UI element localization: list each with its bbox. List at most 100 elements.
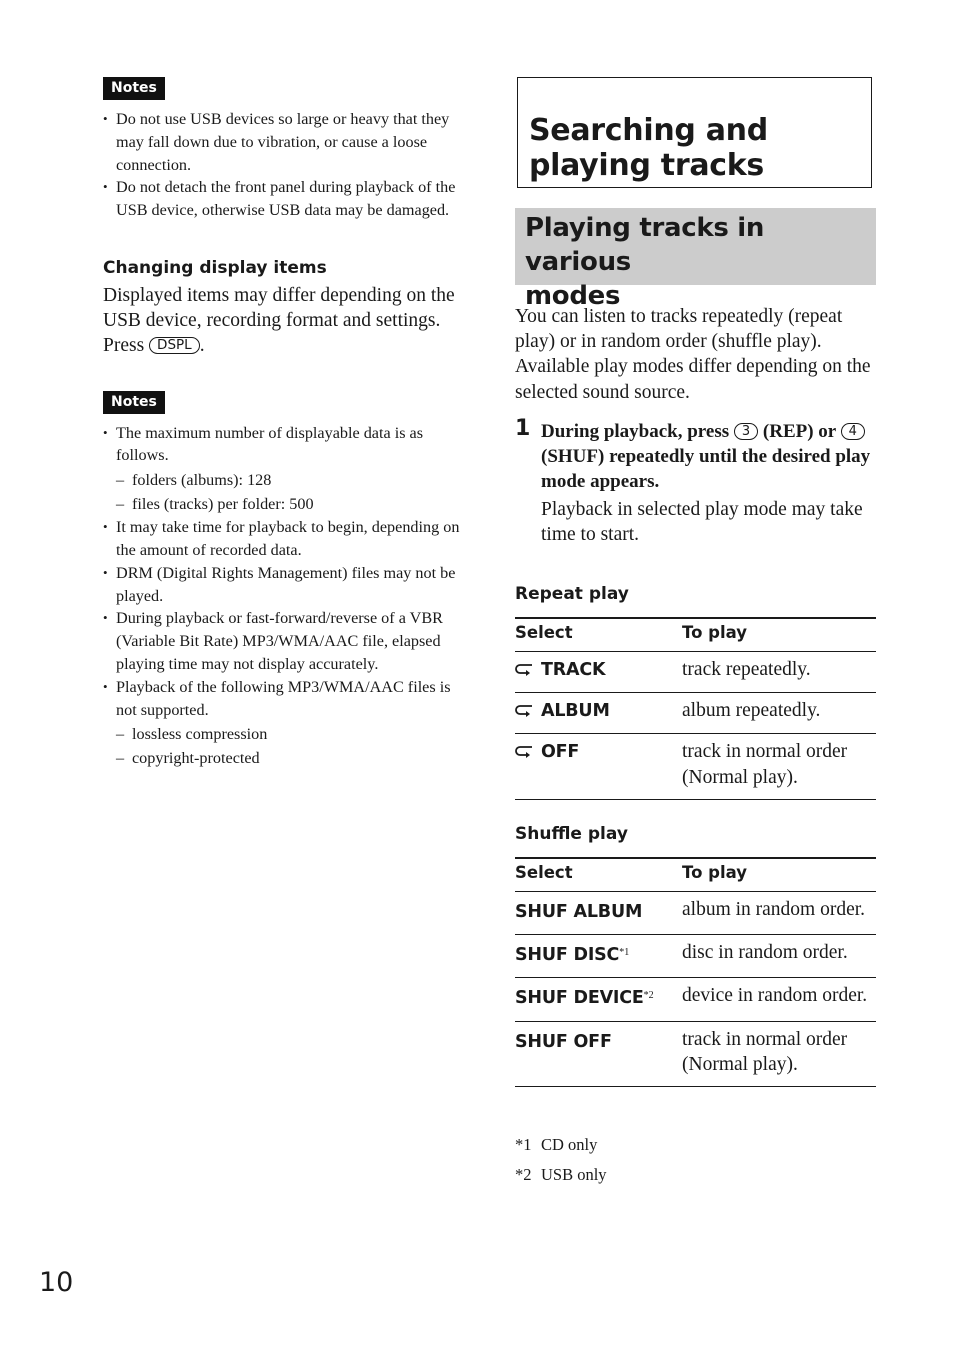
select-cell: SHUF DEVICE*2	[515, 977, 682, 1022]
mode-label: SHUF OFF	[515, 1031, 612, 1052]
repeat-icon	[515, 699, 535, 718]
notes-list: Do not use USB devices so large or heavy…	[103, 108, 468, 222]
key-3-button: 3	[733, 423, 759, 440]
step-body: During playback, press 3 (REP) or 4 (SHU…	[541, 419, 876, 547]
note-subitem: folders (albums): 128	[116, 468, 468, 492]
note-item: DRM (Digital Rights Management) files ma…	[103, 562, 468, 608]
mode-label: SHUF DEVICE	[515, 988, 644, 1009]
table-row: SHUF OFF track in normal order (Normal pl…	[515, 1021, 876, 1088]
mode-label: ALBUM	[541, 701, 610, 722]
note-sublist: folders (albums): 128 files (tracks) per…	[116, 468, 468, 516]
display-items-heading: Changing display items	[103, 257, 327, 278]
footnote: *2 USB only	[515, 1160, 607, 1190]
shuffle-play-table: Select To play SHUF ALBUM album in random…	[515, 857, 876, 1088]
note-item: During playback or fast-forward/reverse …	[103, 607, 468, 675]
note-item: It may take time for playback to begin, …	[103, 516, 468, 562]
notes-section-playback: Notes The maximum number of displayable …	[103, 390, 468, 771]
section-title: Playing tracks in various modes	[525, 211, 876, 313]
to-play-cell: album in random order.	[682, 891, 876, 936]
press-suffix: .	[199, 335, 205, 357]
notes-list: The maximum number of displayable data i…	[103, 422, 468, 771]
note-item: Do not use USB devices so large or heavy…	[103, 108, 468, 176]
shuffle-play-heading: Shuffle play	[515, 824, 628, 844]
section-title-line: Playing tracks in various	[525, 213, 765, 277]
select-cell: SHUF DISC*1	[515, 934, 682, 979]
step-text: During playback, press	[541, 421, 730, 442]
step-instruction: During playback, press 3 (REP) or 4 (SHU…	[541, 419, 876, 495]
press-label: Press	[103, 335, 145, 357]
notes-section-usb: Notes Do not use USB devices so large or…	[103, 77, 468, 222]
step-number: 1	[515, 416, 531, 441]
repeat-icon	[515, 740, 535, 759]
table-header-row: Select To play	[515, 617, 876, 652]
footnote-mark: *2	[515, 1165, 532, 1184]
to-play-cell: device in random order.	[682, 977, 876, 1022]
to-play-cell: track repeatedly.	[682, 651, 876, 694]
intro-paragraph: You can listen to tracks repeatedly (rep…	[515, 306, 871, 403]
footnote-mark: *1	[515, 1135, 532, 1154]
column-header-select: Select	[515, 857, 682, 892]
display-items-body: Displayed items may differ depending on …	[103, 284, 455, 332]
step-note: Playback in selected play mode may take …	[541, 498, 863, 545]
note-sublist: lossless compression copyright-protected	[116, 722, 468, 770]
footnote-reference: *1	[619, 947, 630, 959]
step-text: (REP) or	[762, 421, 836, 442]
repeat-icon	[515, 658, 535, 676]
select-cell: TRACK	[515, 651, 682, 694]
note-item: Do not detach the front panel during pla…	[103, 176, 468, 222]
select-cell: OFF	[515, 733, 682, 800]
chapter-title: Searching and playing tracks	[529, 113, 768, 183]
mode-label: OFF	[541, 742, 580, 763]
left-column: Notes Do not use USB devices so large or…	[103, 77, 468, 770]
repeat-play-heading: Repeat play	[515, 584, 629, 604]
mode-label: SHUF DISC	[515, 945, 620, 966]
note-text: During playback or fast-forward/reverse …	[116, 609, 443, 673]
page-number: 10	[39, 1267, 74, 1298]
footnote-reference: *2	[643, 990, 654, 1002]
select-cell: SHUF OFF	[515, 1021, 682, 1088]
footnote-text: USB only	[541, 1165, 607, 1184]
mode-label: TRACK	[541, 660, 606, 680]
table-row: OFF track in normal order (Normal play).	[515, 733, 876, 800]
notes-badge: Notes	[103, 390, 165, 414]
select-cell: SHUF ALBUM	[515, 891, 682, 936]
notes-badge: Notes	[103, 77, 165, 100]
note-text: DRM (Digital Rights Management) files ma…	[116, 563, 456, 605]
column-header-to-play: To play	[682, 617, 876, 652]
footnote: *1 CD only	[515, 1130, 607, 1160]
to-play-cell: track in normal order (Normal play).	[682, 733, 876, 800]
display-items-section: Changing display items Displayed items m…	[103, 256, 468, 359]
footnote-text: CD only	[541, 1135, 598, 1154]
chapter-title-line: Searching and	[529, 113, 768, 148]
table-row: SHUF ALBUM album in random order.	[515, 891, 876, 936]
chapter-title-line: playing tracks	[529, 148, 764, 183]
dspl-button-key: DSPL	[149, 337, 200, 355]
table-row: TRACK track repeatedly.	[515, 651, 876, 694]
to-play-cell: track in normal order (Normal play).	[682, 1021, 876, 1088]
chapter-title-box: Searching and playing tracks	[517, 77, 872, 188]
repeat-play-section: Repeat play Select To play TRACK track re…	[515, 583, 876, 800]
section-title-box: Playing tracks in various modes	[515, 208, 876, 311]
to-play-cell: disc in random order.	[682, 934, 876, 979]
table-header-row: Select To play	[515, 857, 876, 892]
note-item: The maximum number of displayable data i…	[103, 422, 468, 517]
select-cell: ALBUM	[515, 692, 682, 735]
key-4-button: 4	[840, 423, 865, 440]
note-subitem: copyright-protected	[116, 746, 468, 770]
note-subitem: lossless compression	[116, 722, 468, 746]
press-instruction: Press DSPL.	[103, 333, 468, 358]
table-row: SHUF DEVICE*2 device in random order.	[515, 977, 876, 1022]
shuffle-play-section: Shuffle play Select To play SHUF ALBUM al…	[515, 823, 876, 1088]
note-text: The maximum number of displayable data i…	[116, 423, 424, 465]
note-text: It may take time for playback to begin, …	[116, 518, 460, 559]
note-subitem: files (tracks) per folder: 500	[116, 492, 468, 516]
column-header-select: Select	[515, 617, 682, 652]
table-row: ALBUM album repeatedly.	[515, 692, 876, 735]
step-1: 1 During playback, press 3 (REP) or 4 (S…	[515, 416, 876, 547]
column-header-to-play: To play	[682, 857, 876, 892]
to-play-cell: album repeatedly.	[682, 692, 876, 735]
table-row: SHUF DISC*1 disc in random order.	[515, 934, 876, 979]
footnotes: *1 CD only *2 USB only	[515, 1130, 607, 1190]
mode-label: SHUF ALBUM	[515, 902, 643, 922]
repeat-play-table: Select To play TRACK track repeatedly. ALB…	[515, 617, 876, 800]
